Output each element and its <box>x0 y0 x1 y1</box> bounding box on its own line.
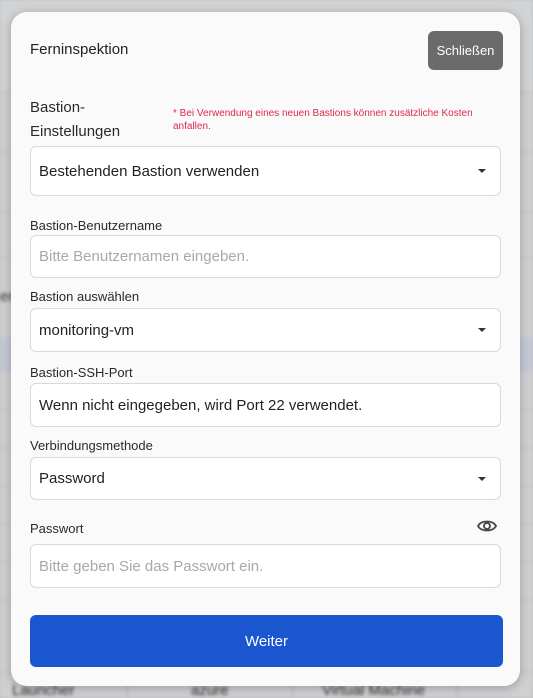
ssh-port-value: Wenn nicht eingegeben, wird Port 22 verw… <box>39 396 363 414</box>
dialog-title: Ferninspektion <box>30 41 129 58</box>
password-placeholder: Bitte geben Sie das Passwort ein. <box>39 557 264 575</box>
bastion-select-label: Bastion auswählen <box>30 289 140 304</box>
ssh-port-input[interactable]: Wenn nicht eingegeben, wird Port 22 verw… <box>30 383 501 427</box>
chevron-down-icon <box>478 169 486 173</box>
bastion-username-placeholder: Bitte Benutzernamen eingeben. <box>39 248 250 265</box>
connection-method-select[interactable]: Password <box>30 457 501 500</box>
bastion-mode-value: Bestehenden Bastion verwenden <box>39 162 260 180</box>
remote-inspection-dialog: Ferninspektion Schließen Bastion- Einste… <box>11 12 520 686</box>
password-label: Passwort <box>30 521 84 536</box>
connection-method-value: Password <box>39 470 105 487</box>
bastion-settings-label: Bastion- Einstellungen <box>30 96 160 144</box>
chevron-down-icon <box>478 476 486 481</box>
close-button[interactable]: Schließen <box>428 31 503 70</box>
cost-warning-note: * Bei Verwendung eines neuen Bastions kö… <box>173 108 473 132</box>
bastion-select-value: monitoring-vm <box>39 321 135 339</box>
bastion-settings-label-line1: Bastion- <box>30 99 86 116</box>
bastion-settings-label-line2: Einstellungen <box>30 123 121 140</box>
connection-method-label: Verbindungsmethode <box>30 438 153 453</box>
next-button[interactable]: Weiter <box>30 615 503 667</box>
password-input[interactable]: Bitte geben Sie das Passwort ein. <box>30 544 501 588</box>
bastion-select[interactable]: monitoring-vm <box>30 308 501 352</box>
eye-icon[interactable] <box>477 518 497 534</box>
bastion-username-label: Bastion-Benutzername <box>30 218 163 233</box>
ssh-port-label: Bastion-SSH-Port <box>30 365 133 380</box>
bastion-mode-select[interactable]: Bestehenden Bastion verwenden <box>30 146 501 196</box>
bastion-username-input[interactable]: Bitte Benutzernamen eingeben. <box>30 235 501 278</box>
chevron-down-icon <box>478 328 486 332</box>
